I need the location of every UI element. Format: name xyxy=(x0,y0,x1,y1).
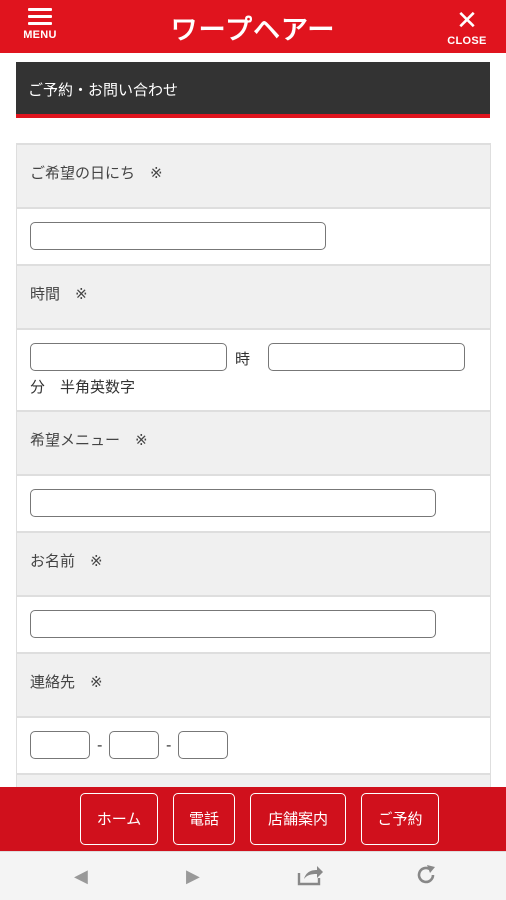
nav-reserve-button[interactable]: ご予約 xyxy=(361,793,439,845)
nav-home-button[interactable]: ホーム xyxy=(80,793,158,845)
name-label: お名前 ※ xyxy=(16,533,491,597)
contact-label: 連絡先 ※ xyxy=(16,654,491,718)
date-label: ご希望の日にち ※ xyxy=(16,145,491,209)
phone-separator-1: - xyxy=(97,736,103,754)
hour-suffix: 時 xyxy=(235,350,251,368)
page-title: ご予約・お問い合わせ xyxy=(28,81,179,99)
phone-part2-input[interactable] xyxy=(109,731,159,759)
menu-choice-label: 希望メニュー ※ xyxy=(16,412,491,476)
phone-part1-input[interactable] xyxy=(30,731,90,759)
phone-part3-input[interactable] xyxy=(178,731,228,759)
browser-toolbar: ◀ ▶ xyxy=(0,851,506,900)
close-label: CLOSE xyxy=(447,35,487,47)
nav-phone-button[interactable]: 電話 xyxy=(173,793,235,845)
date-row xyxy=(16,209,491,266)
app-header: MENU ワープヘアー ✕ CLOSE xyxy=(0,0,506,53)
hamburger-icon xyxy=(28,8,52,25)
menu-choice-row xyxy=(16,476,491,533)
close-icon: ✕ xyxy=(456,6,478,36)
menu-choice-input[interactable] xyxy=(30,489,436,517)
menu-button[interactable]: MENU xyxy=(18,8,62,48)
nav-store-info-button[interactable]: 店舗案内 xyxy=(250,793,346,845)
name-input[interactable] xyxy=(30,610,436,638)
phone-separator-2: - xyxy=(166,736,172,754)
close-button[interactable]: ✕ CLOSE xyxy=(444,8,490,48)
reservation-form: ご希望の日にち ※ 時間 ※ 時 分 半角英数字 希望メニュー ※ お名前 ※ … xyxy=(16,143,491,795)
contact-row: - - xyxy=(16,718,491,775)
date-input[interactable] xyxy=(30,222,326,250)
bottom-nav: ホーム 電話 店舗案内 ご予約 xyxy=(0,787,506,851)
back-arrow-icon[interactable]: ◀ xyxy=(74,866,88,887)
share-icon[interactable] xyxy=(296,863,324,893)
hour-input[interactable] xyxy=(30,343,227,371)
forward-arrow-icon[interactable]: ▶ xyxy=(186,866,200,887)
minute-input[interactable] xyxy=(268,343,465,371)
time-row: 時 分 半角英数字 xyxy=(16,330,491,412)
page-title-bar: ご予約・お問い合わせ xyxy=(16,62,490,118)
time-label: 時間 ※ xyxy=(16,266,491,330)
site-logo[interactable]: ワープヘアー xyxy=(120,8,386,47)
name-row xyxy=(16,597,491,654)
menu-label: MENU xyxy=(23,29,57,41)
reload-icon[interactable] xyxy=(414,863,438,893)
minute-suffix: 分 半角英数字 xyxy=(30,378,136,396)
